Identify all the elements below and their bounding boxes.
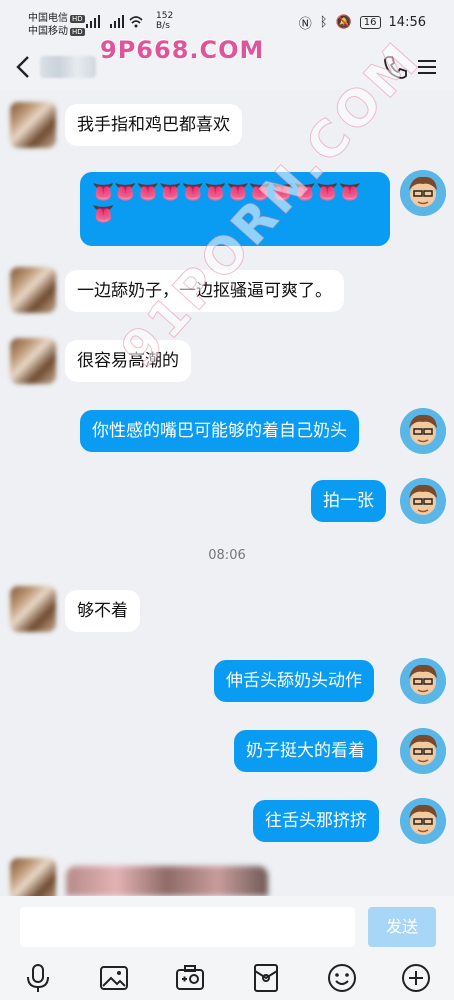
nfc-icon: Ⓝ bbox=[298, 17, 312, 32]
my-avatar[interactable] bbox=[400, 408, 446, 454]
camera-icon[interactable] bbox=[174, 962, 206, 994]
message-input[interactable] bbox=[20, 907, 355, 947]
sender-avatar[interactable] bbox=[10, 267, 56, 313]
emoji-icon[interactable] bbox=[326, 962, 358, 994]
image-message-blurred[interactable] bbox=[66, 866, 268, 896]
input-bar: 发送 bbox=[0, 896, 454, 1000]
message-bubble[interactable]: 伸舌头舔奶头动作 bbox=[214, 660, 374, 702]
my-avatar[interactable] bbox=[400, 798, 446, 844]
image-icon[interactable] bbox=[98, 962, 130, 994]
message-bubble[interactable]: 够不着 bbox=[65, 590, 140, 632]
send-button[interactable]: 发送 bbox=[368, 907, 436, 947]
my-avatar[interactable] bbox=[400, 478, 446, 524]
my-avatar[interactable] bbox=[400, 728, 446, 774]
my-avatar[interactable] bbox=[400, 170, 446, 216]
message-bubble[interactable]: 你性感的嘴巴可能够的着自己奶头 bbox=[80, 410, 359, 452]
battery-icon: 16 bbox=[359, 16, 381, 29]
status-time: 14:56 bbox=[388, 15, 426, 30]
sender-avatar[interactable] bbox=[10, 586, 56, 632]
signal-icon bbox=[86, 15, 143, 28]
back-arrow-icon[interactable] bbox=[12, 53, 36, 81]
timestamp: 08:06 bbox=[208, 548, 246, 563]
sender-avatar[interactable] bbox=[10, 338, 56, 384]
carrier-2: 中国移动 bbox=[28, 26, 68, 37]
watermark-logo: 9P668.COM bbox=[100, 36, 265, 64]
voice-icon[interactable] bbox=[22, 962, 54, 994]
my-avatar[interactable] bbox=[400, 658, 446, 704]
bluetooth-icon: ᛒ bbox=[319, 15, 328, 30]
sender-avatar[interactable] bbox=[10, 102, 56, 148]
contact-name-blurred bbox=[40, 56, 96, 78]
red-packet-icon[interactable] bbox=[250, 962, 282, 994]
hd-badge-2: HD bbox=[70, 28, 85, 36]
net-speed: 152 B/s bbox=[156, 11, 174, 31]
add-icon[interactable] bbox=[400, 962, 432, 994]
message-bubble[interactable]: 我手指和鸡巴都喜欢 bbox=[65, 104, 242, 146]
message-bubble[interactable]: 奶子挺大的看着 bbox=[234, 730, 377, 772]
message-bubble[interactable]: 往舌头那挤挤 bbox=[253, 800, 379, 842]
message-bubble[interactable]: 拍一张 bbox=[311, 480, 386, 522]
mute-icon: 🔕 bbox=[335, 15, 352, 30]
